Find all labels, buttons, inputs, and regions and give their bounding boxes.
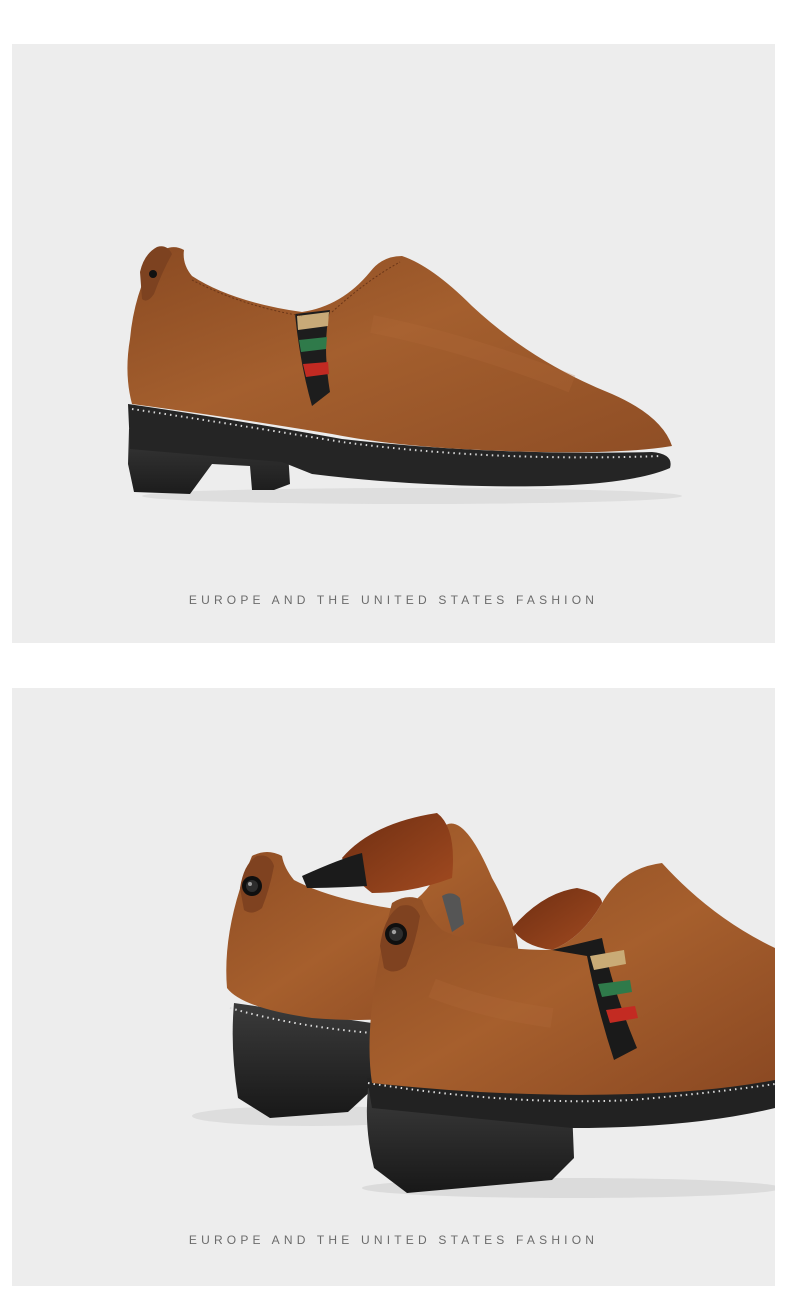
product-photo-panel-side: EUROPE AND THE UNITED STATES FASHION	[12, 44, 775, 643]
shoe-pair-rear-view-image	[192, 813, 775, 1198]
product-photo-panel-rear: EUROPE AND THE UNITED STATES FASHION	[12, 688, 775, 1286]
panel-caption: EUROPE AND THE UNITED STATES FASHION	[188, 593, 599, 607]
panel-caption: EUROPE AND THE UNITED STATES FASHION	[188, 1233, 599, 1247]
shoe-side-view-image	[127, 246, 682, 504]
